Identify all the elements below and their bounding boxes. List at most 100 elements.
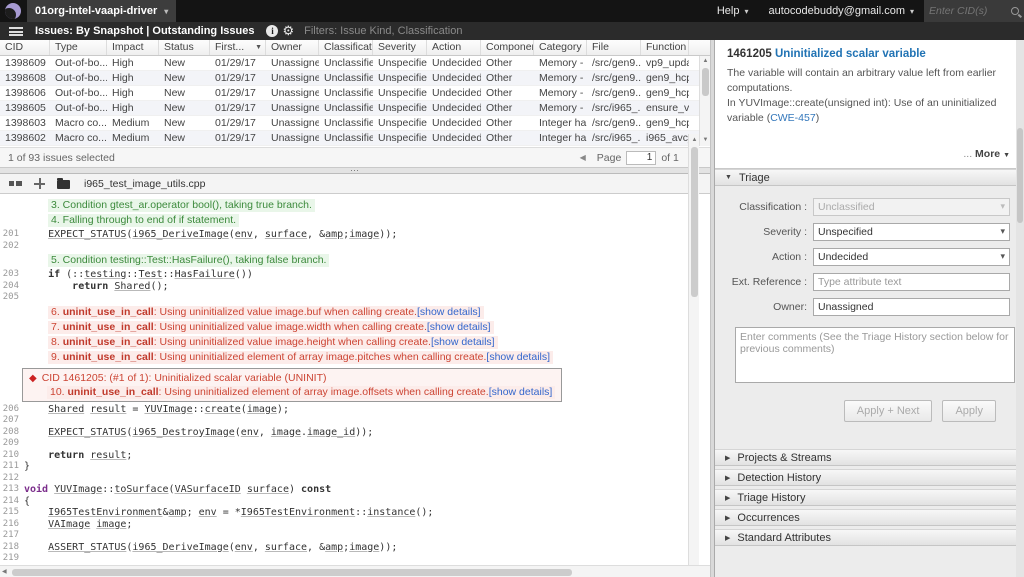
column-header[interactable]: Action xyxy=(427,40,481,55)
source-horizontal-scrollbar[interactable]: ◀ xyxy=(0,565,710,577)
column-header[interactable]: Impact xyxy=(107,40,159,55)
table-cell: Out-of-bo... xyxy=(50,71,107,85)
column-header[interactable]: First...▼ xyxy=(210,40,266,55)
column-header[interactable]: Type xyxy=(50,40,107,55)
table-cell: Out-of-bo... xyxy=(50,101,107,115)
column-header[interactable]: Severity xyxy=(373,40,427,55)
show-details-link[interactable]: [show details] xyxy=(489,386,553,398)
section-header-detection-history[interactable]: ▶Detection History xyxy=(715,469,1024,486)
user-email-label: autocodebuddy@gmail.com xyxy=(768,5,905,17)
show-details-link[interactable]: [show details] xyxy=(431,336,495,348)
coverity-logo-icon xyxy=(5,3,21,19)
help-menu[interactable]: Help ▾ xyxy=(707,0,759,22)
table-cell: Unassigned xyxy=(266,71,319,85)
source-code-view[interactable]: 3. Condition gtest_ar.operator bool(), t… xyxy=(0,194,699,565)
scroll-up-icon[interactable]: ▲ xyxy=(689,135,700,145)
section-header-projects-streams[interactable]: ▶Projects & Streams xyxy=(715,449,1024,466)
scrollbar-thumb[interactable] xyxy=(691,147,698,297)
scroll-up-icon[interactable]: ▲ xyxy=(700,56,710,67)
table-cell: 01/29/17 xyxy=(210,56,266,70)
table-cell: Other xyxy=(481,101,534,115)
table-cell: Unspecified xyxy=(373,116,427,130)
chevron-down-icon: ▼ xyxy=(725,174,732,181)
action-select[interactable]: Undecided xyxy=(813,248,1010,266)
prev-page-button[interactable]: ◀ xyxy=(574,151,592,164)
table-cell: 1398605 xyxy=(0,101,50,115)
expand-source-icon[interactable] xyxy=(34,178,45,189)
toggle-events-icon[interactable] xyxy=(9,179,22,188)
scrollbar-thumb[interactable] xyxy=(702,68,709,96)
chevron-down-icon: ▼ xyxy=(1003,152,1010,159)
table-cell: gen9_hcpd_v xyxy=(641,86,689,100)
classification-select: Unclassified xyxy=(813,198,1010,216)
table-cell: High xyxy=(107,56,159,70)
line-number: 202 xyxy=(0,241,19,253)
table-cell: Unclassified xyxy=(319,131,373,145)
section-header-standard-attributes[interactable]: ▶Standard Attributes xyxy=(715,529,1024,546)
column-header[interactable]: Function xyxy=(641,40,689,55)
cid-callout[interactable]: ◆CID 1461205: (#1 of 1): Uninitialized s… xyxy=(22,368,562,402)
cid-search-input[interactable] xyxy=(929,5,1008,17)
ext-reference-input[interactable] xyxy=(813,273,1010,291)
apply-next-button[interactable]: Apply + Next xyxy=(844,400,933,422)
show-details-link[interactable]: [show details] xyxy=(417,306,481,318)
line-number: 211 xyxy=(0,461,19,473)
scroll-down-icon[interactable]: ▼ xyxy=(700,135,710,146)
table-cell: Unassigned xyxy=(266,56,319,70)
user-menu[interactable]: autocodebuddy@gmail.com ▾ xyxy=(758,0,924,22)
column-header[interactable]: File xyxy=(587,40,641,55)
gear-icon[interactable]: ⚙ xyxy=(282,23,294,39)
table-row[interactable]: 1398609Out-of-bo...HighNew01/29/17Unassi… xyxy=(0,56,710,71)
column-header[interactable]: Category xyxy=(534,40,587,55)
section-header-triage-history[interactable]: ▶Triage History xyxy=(715,489,1024,506)
show-details-link[interactable]: [show details] xyxy=(486,351,550,363)
table-cell: Other xyxy=(481,86,534,100)
table-scrollbar[interactable]: ▲ ▼ xyxy=(699,56,710,146)
column-header[interactable]: Classification xyxy=(319,40,373,55)
scrollbar-thumb[interactable] xyxy=(12,569,572,576)
show-details-link[interactable]: [show details] xyxy=(427,321,491,333)
column-header[interactable]: CID xyxy=(0,40,50,55)
table-cell: Out-of-bo... xyxy=(50,86,107,100)
page-number-input[interactable] xyxy=(626,151,656,165)
table-row[interactable]: 1398608Out-of-bo...HighNew01/29/17Unassi… xyxy=(0,71,710,86)
owner-input[interactable] xyxy=(813,298,1010,316)
code-line: 215 I965TestEnvironment&amp; env = *I965… xyxy=(0,507,699,519)
column-header[interactable]: Owner xyxy=(266,40,319,55)
code-line: 204 return Shared(); xyxy=(0,281,699,293)
folder-icon[interactable] xyxy=(57,180,70,189)
severity-select[interactable]: Unspecified xyxy=(813,223,1010,241)
source-file-tab[interactable]: i965_test_image_utils.cpp xyxy=(84,178,205,190)
issue-cid: 1461205 xyxy=(727,48,772,60)
info-icon[interactable]: i xyxy=(266,25,278,37)
table-row[interactable]: 1398606Out-of-bo...HighNew01/29/17Unassi… xyxy=(0,86,710,101)
detail-panel-scrollbar[interactable] xyxy=(1016,40,1024,577)
triage-section-header[interactable]: ▼ Triage xyxy=(715,169,1024,186)
issue-title-link[interactable]: Uninitialized scalar variable xyxy=(775,48,926,60)
issue-detail-panel: 1461205 Uninitialized scalar variable Th… xyxy=(715,40,1024,577)
table-row[interactable]: 1398602Macro co...MediumNew01/29/17Unass… xyxy=(0,131,710,146)
scroll-left-icon[interactable]: ◀ xyxy=(2,568,7,575)
menu-icon[interactable] xyxy=(9,27,23,36)
defect-event: 9. uninit_use_in_call: Using uninitializ… xyxy=(48,351,699,364)
source-vertical-scrollbar[interactable]: ▲ xyxy=(688,134,699,565)
chevron-right-icon: ▶ xyxy=(725,474,730,482)
issues-table: CIDTypeImpactStatusFirst...▼OwnerClassif… xyxy=(0,40,710,147)
column-header[interactable]: Component xyxy=(481,40,534,55)
table-cell: Unclassified xyxy=(319,86,373,100)
table-cell: /src/i965_... xyxy=(587,101,641,115)
column-header[interactable]: Status xyxy=(159,40,210,55)
project-tab[interactable]: 01org-intel-vaapi-driver ▾ xyxy=(27,0,176,22)
table-cell: High xyxy=(107,86,159,100)
table-cell: Unassigned xyxy=(266,86,319,100)
action-label: Action : xyxy=(721,251,813,263)
comments-textarea[interactable] xyxy=(735,327,1015,383)
section-header-occurrences[interactable]: ▶Occurrences xyxy=(715,509,1024,526)
project-tab-label: 01org-intel-vaapi-driver xyxy=(35,5,157,17)
search-icon[interactable] xyxy=(1011,7,1019,15)
cwe-link[interactable]: CWE-457 xyxy=(770,112,816,124)
apply-button[interactable]: Apply xyxy=(942,400,996,422)
table-row[interactable]: 1398603Macro co...MediumNew01/29/17Unass… xyxy=(0,116,710,131)
more-toggle[interactable]: ... More ▼ xyxy=(727,126,1012,164)
table-row[interactable]: 1398605Out-of-bo...HighNew01/29/17Unassi… xyxy=(0,101,710,116)
